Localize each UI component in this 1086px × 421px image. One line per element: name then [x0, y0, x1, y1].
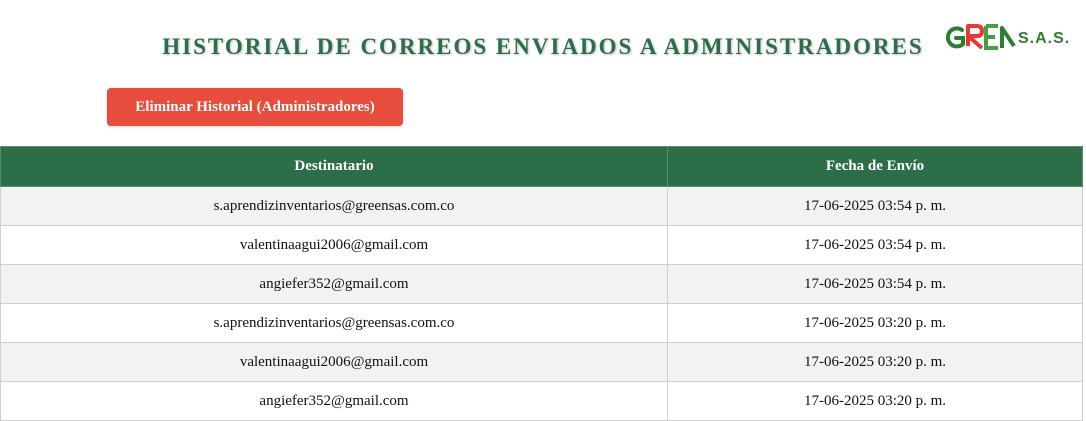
recipient-cell: angiefer352@gmail.com	[0, 381, 668, 421]
date-cell: 17-06-2025 03:20 p. m.	[667, 342, 1083, 382]
recipient-cell: valentinaagui2006@gmail.com	[0, 225, 668, 265]
date-cell: 17-06-2025 03:54 p. m.	[667, 186, 1083, 226]
table-header-row: Destinatario Fecha de Envío	[0, 146, 1083, 187]
table-row: s.aprendizinventarios@greensas.com.co 17…	[0, 303, 1083, 343]
recipient-cell: s.aprendizinventarios@greensas.com.co	[0, 186, 668, 226]
table-row: valentinaagui2006@gmail.com 17-06-2025 0…	[0, 342, 1083, 382]
logo-mark-icon	[945, 24, 1016, 50]
email-history-table: Destinatario Fecha de Envío s.aprendizin…	[0, 146, 1083, 421]
recipient-cell: angiefer352@gmail.com	[0, 264, 668, 304]
table-row: s.aprendizinventarios@greensas.com.co 17…	[0, 186, 1083, 226]
recipient-cell: s.aprendizinventarios@greensas.com.co	[0, 303, 668, 343]
date-cell: 17-06-2025 03:20 p. m.	[667, 381, 1083, 421]
table-row: angiefer352@gmail.com 17-06-2025 03:54 p…	[0, 264, 1083, 304]
recipient-cell: valentinaagui2006@gmail.com	[0, 342, 668, 382]
delete-history-button[interactable]: Eliminar Historial (Administradores)	[107, 88, 403, 126]
page-title: HISTORIAL DE CORREOS ENVIADOS A ADMINIST…	[162, 34, 924, 59]
date-cell: 17-06-2025 03:54 p. m.	[667, 225, 1083, 265]
table-row: angiefer352@gmail.com 17-06-2025 03:20 p…	[0, 381, 1083, 421]
column-header-date: Fecha de Envío	[667, 146, 1083, 187]
table-row: valentinaagui2006@gmail.com 17-06-2025 0…	[0, 225, 1083, 265]
date-cell: 17-06-2025 03:54 p. m.	[667, 264, 1083, 304]
company-logo: S.A.S.	[944, 18, 1069, 64]
date-cell: 17-06-2025 03:20 p. m.	[667, 303, 1083, 343]
column-header-recipient: Destinatario	[0, 146, 668, 187]
logo-text: S.A.S.	[1018, 30, 1071, 47]
